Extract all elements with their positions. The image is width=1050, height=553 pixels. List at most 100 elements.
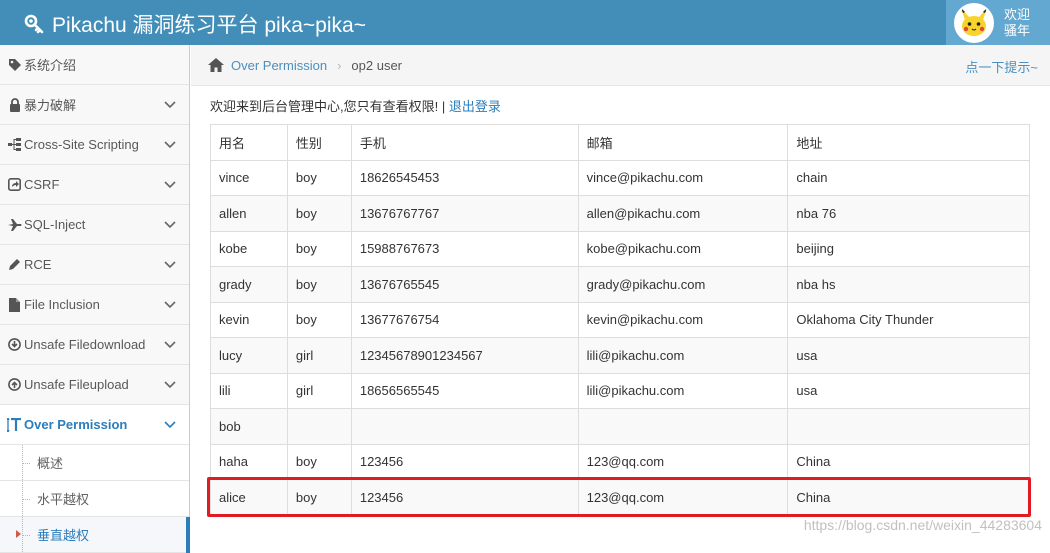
- cell-username: kobe: [211, 231, 288, 267]
- sidebar-subitem-vertical[interactable]: 垂直越权: [0, 517, 189, 553]
- cell-username: kevin: [211, 302, 288, 338]
- breadcrumb-current: op2 user: [351, 58, 402, 73]
- sidebar-subitem-label: 水平越权: [37, 489, 89, 508]
- caret-right-icon: [16, 530, 21, 538]
- table-row: bob: [211, 409, 1030, 445]
- logout-link[interactable]: 退出登录: [449, 99, 501, 114]
- table-row: haha boy 123456 123@qq.com China: [211, 444, 1030, 480]
- sidebar-item-label: SQL-Inject: [24, 217, 85, 232]
- upload-icon: [7, 378, 22, 391]
- plane-icon: [7, 219, 22, 231]
- cell-sex: boy: [287, 267, 351, 303]
- download-icon: [7, 338, 22, 351]
- table-row: kevin boy 13677676754 kevin@pikachu.com …: [211, 302, 1030, 338]
- cell-address: [788, 409, 1030, 445]
- users-table: 用名 性别 手机 邮箱 地址 vince boy 18626545453 vin…: [210, 124, 1030, 516]
- sidebar-subitem-label: 概述: [37, 453, 63, 472]
- cell-email: allen@pikachu.com: [578, 196, 788, 232]
- cell-username: bob: [211, 409, 288, 445]
- cell-phone: [351, 409, 578, 445]
- sidebar-item-bruteforce[interactable]: 暴力破解: [0, 85, 189, 125]
- sidebar-item-label: 系统介绍: [24, 55, 76, 74]
- chevron-down-icon: [163, 217, 177, 231]
- sidebar-item-csrf[interactable]: CSRF: [0, 165, 189, 205]
- share-icon: [7, 178, 22, 191]
- pikachu-avatar-icon: [957, 6, 991, 40]
- sidebar-subitem-horizontal[interactable]: 水平越权: [0, 481, 189, 517]
- sidebar-subitem-label: 垂直越权: [37, 525, 89, 544]
- chevron-down-icon: [163, 337, 177, 351]
- column-header-address: 地址: [788, 125, 1030, 161]
- column-header-email: 邮箱: [578, 125, 788, 161]
- cell-phone: 12345678901234567: [351, 338, 578, 374]
- cell-username: vince: [211, 160, 288, 196]
- sidebar-item-label: File Inclusion: [24, 297, 100, 312]
- cell-address: chain: [788, 160, 1030, 196]
- cell-phone: 13677676754: [351, 302, 578, 338]
- cell-sex: girl: [287, 373, 351, 409]
- sidebar-item-label: Cross-Site Scripting: [24, 137, 139, 152]
- cell-address: usa: [788, 373, 1030, 409]
- app-title: Pikachu 漏洞练习平台 pika~pika~: [52, 9, 366, 39]
- cell-phone: 13676765545: [351, 267, 578, 303]
- chevron-down-icon: [163, 417, 177, 431]
- cell-address: China: [788, 480, 1030, 516]
- chevron-down-icon: [163, 377, 177, 391]
- brand[interactable]: Pikachu 漏洞练习平台 pika~pika~: [24, 9, 366, 39]
- sidebar-item-over-permission[interactable]: Over Permission: [0, 405, 189, 445]
- sidebar: 系统介绍 暴力破解 Cross-Site Scripting CSRF SQL-…: [0, 45, 190, 543]
- cell-username: grady: [211, 267, 288, 303]
- cell-sex: boy: [287, 231, 351, 267]
- sidebar-item-xss[interactable]: Cross-Site Scripting: [0, 125, 189, 165]
- cell-phone: 15988767673: [351, 231, 578, 267]
- sidebar-item-file-inclusion[interactable]: File Inclusion: [0, 285, 189, 325]
- cell-username: lili: [211, 373, 288, 409]
- home-icon[interactable]: [207, 57, 225, 73]
- table-header-row: 用名 性别 手机 邮箱 地址: [211, 125, 1030, 161]
- table-row: grady boy 13676765545 grady@pikachu.com …: [211, 267, 1030, 303]
- sidebar-item-filedownload[interactable]: Unsafe Filedownload: [0, 325, 189, 365]
- cell-phone: 123456: [351, 480, 578, 516]
- welcome-text: 欢迎来到后台管理中心,您只有查看权限! |: [210, 99, 449, 114]
- cell-phone: 13676767767: [351, 196, 578, 232]
- cell-sex: boy: [287, 480, 351, 516]
- breadcrumb-separator-icon: ›: [337, 58, 341, 73]
- sidebar-item-label: Unsafe Filedownload: [24, 337, 145, 352]
- sidebar-item-fileupload[interactable]: Unsafe Fileupload: [0, 365, 189, 405]
- sidebar-item-label: Over Permission: [24, 417, 127, 432]
- watermark: https://blog.csdn.net/weixin_44283604: [804, 517, 1042, 533]
- active-indicator: [186, 517, 190, 553]
- file-icon: [7, 298, 22, 312]
- table-row: lili girl 18656565545 lili@pikachu.com u…: [211, 373, 1030, 409]
- avatar: [954, 3, 994, 43]
- sidebar-item-label: Unsafe Fileupload: [24, 377, 129, 392]
- column-header-sex: 性别: [287, 125, 351, 161]
- greeting-line-1: 欢迎: [1004, 7, 1030, 23]
- cell-email: lili@pikachu.com: [578, 338, 788, 374]
- cell-sex: boy: [287, 444, 351, 480]
- cell-email: [578, 409, 788, 445]
- cell-email: lili@pikachu.com: [578, 373, 788, 409]
- cell-sex: boy: [287, 302, 351, 338]
- cell-address: nba hs: [788, 267, 1030, 303]
- hint-link[interactable]: 点一下提示~: [965, 57, 1038, 76]
- cell-sex: boy: [287, 196, 351, 232]
- welcome-message: 欢迎来到后台管理中心,您只有查看权限! | 退出登录: [210, 96, 501, 115]
- top-navbar: Pikachu 漏洞练习平台 pika~pika~ 欢迎 骚年: [0, 0, 1050, 45]
- cell-address: beijing: [788, 231, 1030, 267]
- sidebar-item-intro[interactable]: 系统介绍: [0, 45, 189, 85]
- sidebar-item-sqli[interactable]: SQL-Inject: [0, 205, 189, 245]
- greeting-line-2: 骚年: [1004, 23, 1030, 39]
- user-menu[interactable]: 欢迎 骚年: [946, 0, 1050, 45]
- cell-email: 123@qq.com: [578, 444, 788, 480]
- sidebar-item-rce[interactable]: RCE: [0, 245, 189, 285]
- sidebar-subitem-overview[interactable]: 概述: [0, 445, 189, 481]
- pencil-icon: [7, 258, 22, 271]
- cell-email: vince@pikachu.com: [578, 160, 788, 196]
- lock-icon: [7, 98, 22, 112]
- cell-sex: [287, 409, 351, 445]
- cell-username: lucy: [211, 338, 288, 374]
- breadcrumb-link-section[interactable]: Over Permission: [231, 58, 327, 73]
- cell-phone: 18626545453: [351, 160, 578, 196]
- breadcrumb: Over Permission › op2 user 点一下提示~: [191, 45, 1050, 86]
